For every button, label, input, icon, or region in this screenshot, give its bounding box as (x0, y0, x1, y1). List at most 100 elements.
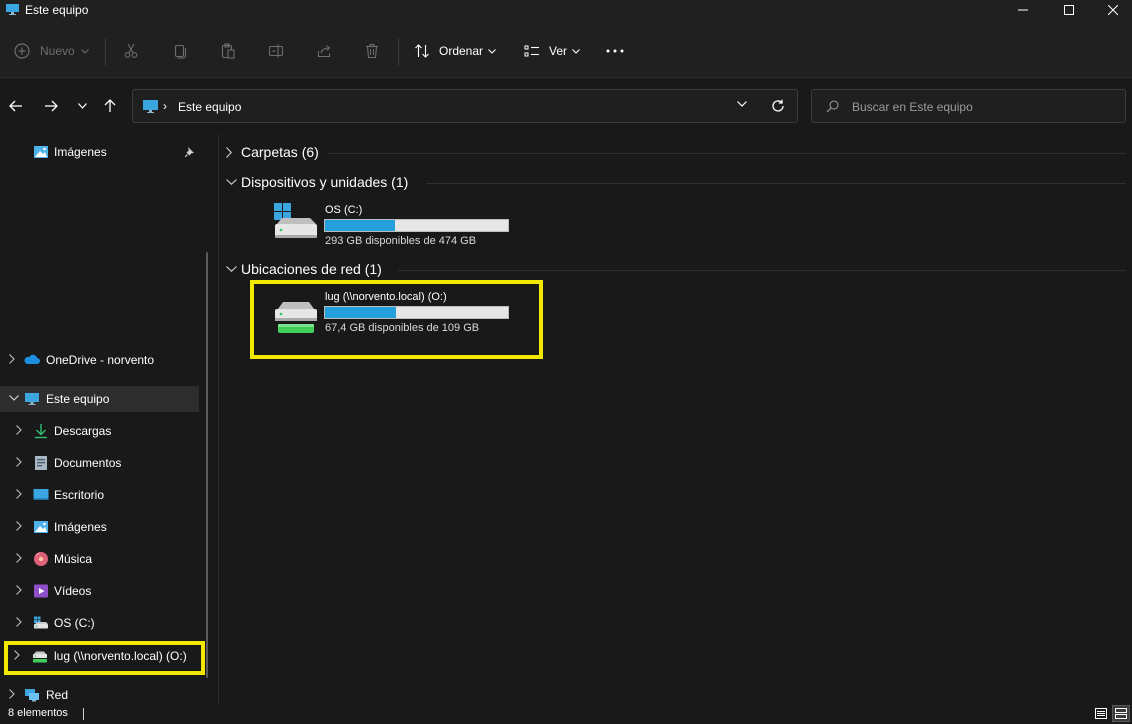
drive-free-space: 293 GB disponibles de 474 GB (325, 235, 477, 247)
tiles-view-button[interactable] (1112, 705, 1130, 722)
chevron-right-icon[interactable] (16, 521, 22, 531)
tiles-view-icon (1115, 708, 1127, 719)
drive-item-lug-network[interactable]: lug (\\norvento.local) (O:) 67,4 GB disp… (274, 289, 564, 349)
delete-button[interactable] (364, 38, 380, 64)
search-box[interactable] (811, 89, 1126, 123)
chevron-down-icon (572, 48, 580, 54)
copy-button[interactable] (172, 38, 188, 64)
close-button[interactable] (1090, 0, 1132, 20)
drive-usage-bar (324, 219, 509, 232)
music-icon (34, 552, 48, 566)
sidebar-item-label: Música (54, 552, 93, 566)
sidebar-item-videos[interactable]: Vídeos (0, 578, 199, 604)
group-divider (398, 270, 1126, 271)
sidebar-item-onedrive[interactable]: OneDrive - norvento (0, 347, 199, 373)
paste-icon (221, 43, 235, 59)
sidebar-item-label: Imágenes (54, 520, 107, 534)
chevron-down-icon (80, 48, 89, 54)
chevron-right-icon[interactable] (9, 689, 15, 699)
minimize-button[interactable] (1000, 0, 1046, 20)
maximize-button[interactable] (1046, 0, 1092, 20)
window-title: Este equipo (25, 3, 89, 17)
group-label: Dispositivos y unidades (1) (241, 174, 409, 190)
new-button[interactable]: Nuevo (14, 38, 89, 64)
documents-icon (35, 456, 47, 470)
sidebar-item-musica[interactable]: Música (0, 546, 199, 572)
chevron-down-icon[interactable] (737, 101, 747, 107)
paste-button[interactable] (220, 38, 236, 64)
more-icon (606, 49, 624, 53)
network-icon (25, 689, 39, 702)
chevron-right-icon[interactable] (16, 553, 22, 563)
sidebar-item-imagenes[interactable]: Imágenes (0, 514, 199, 540)
command-bar: Nuevo Ordenar Ver (0, 20, 1132, 78)
chevron-right-icon[interactable] (16, 617, 22, 627)
pane-divider[interactable] (218, 134, 219, 704)
minimize-icon (1018, 9, 1028, 11)
pictures-icon (34, 521, 48, 533)
chevron-right-icon[interactable] (16, 425, 22, 435)
quick-access-item-imagenes[interactable]: Imágenes (0, 139, 199, 165)
sort-label: Ordenar (439, 44, 484, 58)
sidebar-item-escritorio[interactable]: Escritorio (0, 482, 199, 508)
copy-icon (174, 44, 187, 59)
chevron-down-icon (77, 103, 87, 109)
back-button[interactable] (4, 96, 28, 116)
rename-icon (268, 44, 284, 58)
windows-drive-icon (274, 203, 317, 238)
toolbar-separator (105, 38, 106, 66)
forward-button[interactable] (39, 96, 63, 116)
sort-button[interactable]: Ordenar (414, 38, 496, 64)
sidebar-item-descargas[interactable]: Descargas (0, 418, 199, 444)
computer-icon (143, 100, 158, 113)
group-divider (328, 153, 1126, 154)
view-label: Ver (549, 44, 568, 58)
search-input[interactable] (852, 98, 1112, 116)
sort-icon (415, 44, 429, 58)
group-label: Carpetas (6) (241, 144, 319, 160)
group-label: Ubicaciones de red (1) (241, 261, 382, 277)
drive-item-os-c[interactable]: OS (C:) 293 GB disponibles de 474 GB (274, 202, 564, 262)
up-button[interactable] (98, 96, 122, 116)
chevron-right-icon[interactable] (16, 585, 22, 595)
chevron-right-icon[interactable] (16, 457, 22, 467)
network-drive-icon (275, 302, 317, 333)
status-bar: 8 elementos (0, 704, 1132, 724)
breadcrumb-path[interactable]: Este equipo (178, 100, 241, 114)
chevron-right-icon[interactable] (16, 489, 22, 499)
cut-button[interactable] (123, 38, 139, 64)
download-icon (35, 424, 47, 439)
rename-button[interactable] (268, 38, 284, 64)
more-options-button[interactable] (606, 38, 624, 64)
drive-free-space: 67,4 GB disponibles de 109 GB (325, 322, 480, 334)
navigation-row: › Este equipo (0, 78, 1132, 134)
drive-usage-bar (324, 306, 509, 319)
desktop-icon (33, 489, 49, 500)
toolbar-separator (398, 38, 399, 66)
sidebar-item-label: Descargas (54, 424, 112, 438)
item-count: 8 elementos (8, 707, 68, 719)
share-button[interactable] (316, 38, 332, 64)
group-divider (426, 183, 1126, 184)
pin-icon[interactable] (185, 147, 195, 157)
details-view-button[interactable] (1092, 705, 1110, 722)
view-button[interactable]: Ver (524, 38, 580, 64)
scissors-icon (124, 43, 138, 58)
cloud-icon (24, 354, 40, 364)
sidebar-item-label: Este equipo (46, 392, 110, 406)
recent-locations-button[interactable] (70, 96, 94, 116)
sidebar-scrollbar[interactable] (206, 252, 208, 678)
sidebar-item-este-equipo[interactable]: Este equipo (0, 386, 199, 412)
plus-circle-icon (14, 43, 30, 59)
videos-icon (34, 584, 48, 598)
chevron-right-icon[interactable] (9, 354, 15, 364)
sidebar-item-os-c[interactable]: OS (C:) (0, 610, 199, 636)
chevron-down-icon (488, 48, 496, 54)
trash-icon (366, 43, 378, 59)
sidebar-item-label: Vídeos (54, 584, 92, 598)
chevron-right-icon (226, 147, 232, 158)
refresh-icon[interactable] (771, 99, 785, 113)
address-bar[interactable]: › Este equipo (132, 89, 798, 123)
sidebar-item-documentos[interactable]: Documentos (0, 450, 199, 476)
chevron-down-icon[interactable] (9, 395, 19, 401)
